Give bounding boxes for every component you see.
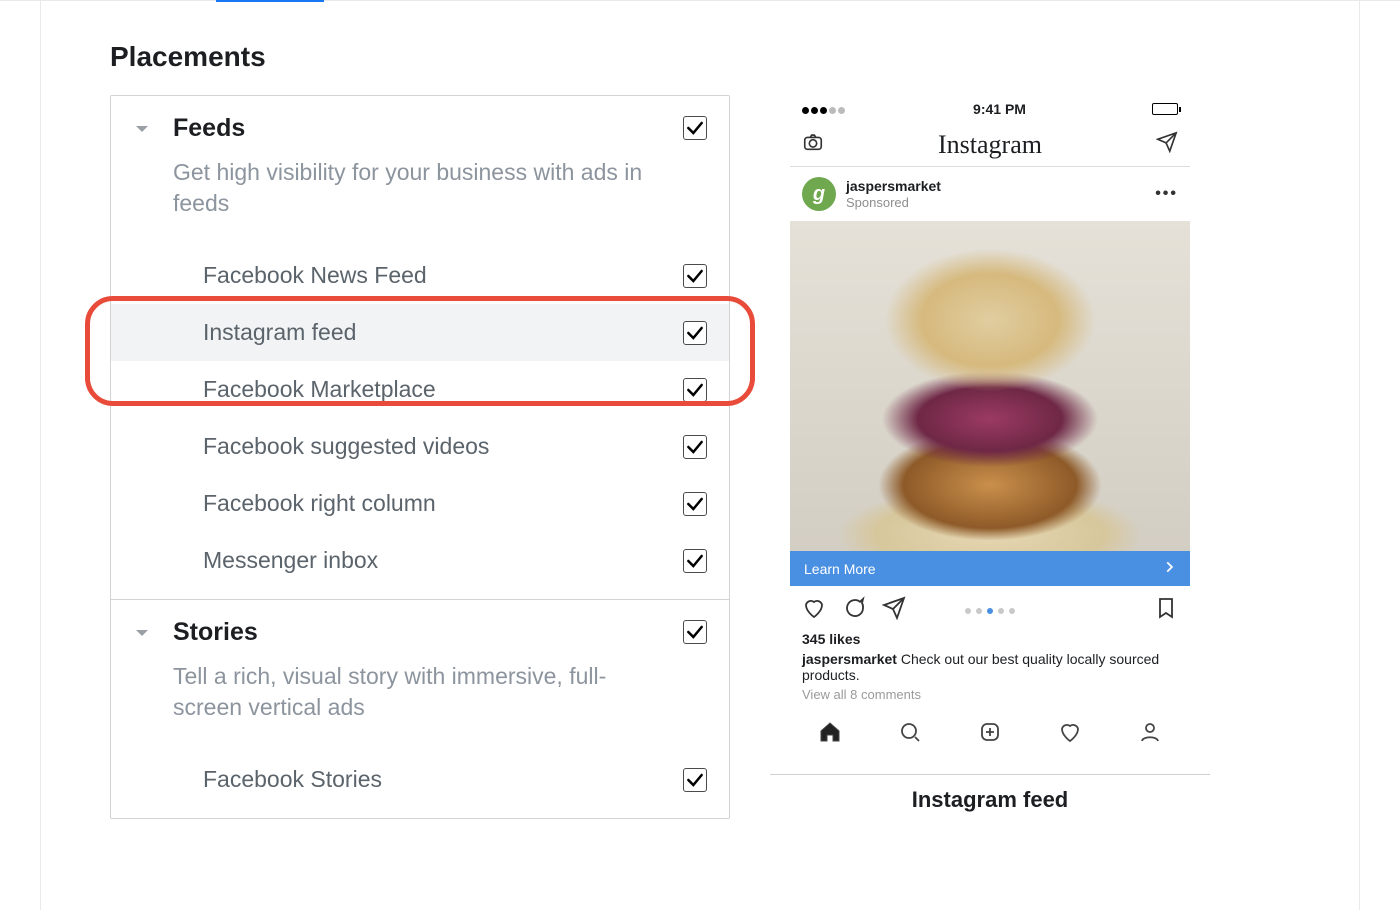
post-image — [790, 221, 1190, 551]
chevron-down-icon[interactable] — [133, 120, 151, 138]
heart-icon — [1058, 720, 1082, 749]
placement-item-messenger-inbox[interactable]: Messenger inbox — [133, 532, 707, 589]
preview-divider — [770, 774, 1210, 775]
share-icon — [882, 596, 906, 625]
status-time: 9:41 PM — [973, 101, 1026, 117]
section-title: Placements — [110, 41, 1290, 73]
placement-item-fb-news-feed[interactable]: Facebook News Feed — [133, 247, 707, 304]
placement-item-ig-feed[interactable]: Instagram feed — [111, 304, 729, 361]
carousel-dots — [965, 608, 1015, 614]
placement-group-feeds: Feeds Get high visibility for your busin… — [111, 96, 729, 600]
checkbox-fb-suggested-videos[interactable] — [683, 435, 707, 459]
checkbox-messenger-inbox[interactable] — [683, 549, 707, 573]
group-title: Stories — [173, 618, 661, 647]
phone-statusbar: 9:41 PM — [790, 95, 1190, 123]
plus-icon — [978, 720, 1002, 749]
chevron-down-icon[interactable] — [133, 624, 151, 642]
instagram-logo: Instagram — [938, 130, 1042, 160]
camera-icon — [802, 131, 824, 158]
instagram-tabbar — [790, 710, 1190, 758]
checkbox-ig-feed[interactable] — [683, 321, 707, 345]
post-actions — [790, 586, 1190, 631]
cta-bar: Learn More — [790, 551, 1190, 586]
account-name: jaspersmarket — [846, 178, 1145, 195]
checkbox-fb-marketplace[interactable] — [683, 378, 707, 402]
group-description: Tell a rich, visual story with immersive… — [173, 661, 661, 723]
placement-item-fb-marketplace[interactable]: Facebook Marketplace — [133, 361, 707, 418]
placement-item-fb-suggested-videos[interactable]: Facebook suggested videos — [133, 418, 707, 475]
checkbox-fb-news-feed[interactable] — [683, 264, 707, 288]
send-icon — [1156, 131, 1178, 158]
comment-icon — [842, 596, 866, 625]
placement-item-fb-right-column[interactable]: Facebook right column — [133, 475, 707, 532]
search-icon — [898, 720, 922, 749]
placement-group-stories: Stories Tell a rich, visual story with i… — [111, 600, 729, 818]
group-checkbox-feeds[interactable] — [683, 116, 707, 140]
phone-preview: 9:41 PM Instagram g jaspersmarket Sponso… — [790, 95, 1190, 758]
battery-icon — [1152, 103, 1178, 115]
placements-panel: Feeds Get high visibility for your busin… — [110, 95, 730, 819]
checkbox-fb-right-column[interactable] — [683, 492, 707, 516]
group-checkbox-stories[interactable] — [683, 620, 707, 644]
home-icon — [818, 720, 842, 749]
active-tab-indicator — [216, 0, 324, 2]
placement-item-fb-stories[interactable]: Facebook Stories — [133, 751, 707, 808]
cta-label: Learn More — [804, 561, 876, 577]
sponsored-label: Sponsored — [846, 195, 1145, 211]
checkbox-fb-stories[interactable] — [683, 768, 707, 792]
view-all-comments: View all 8 comments — [802, 687, 1178, 702]
preview-column: 9:41 PM Instagram g jaspersmarket Sponso… — [770, 95, 1210, 813]
preview-title: Instagram feed — [912, 787, 1069, 813]
profile-icon — [1138, 720, 1162, 749]
bookmark-icon — [1154, 596, 1178, 625]
chevron-right-icon — [1162, 560, 1176, 577]
more-icon: ••• — [1155, 185, 1178, 203]
signal-icon — [802, 101, 847, 117]
post-header: g jaspersmarket Sponsored ••• — [790, 167, 1190, 221]
account-avatar: g — [802, 177, 836, 211]
instagram-topnav: Instagram — [790, 123, 1190, 167]
likes-count: 345 likes — [802, 631, 1178, 647]
group-title: Feeds — [173, 114, 661, 143]
group-description: Get high visibility for your business wi… — [173, 157, 661, 219]
post-caption: jaspersmarket Check out our best quality… — [802, 651, 1178, 683]
heart-icon — [802, 596, 826, 625]
